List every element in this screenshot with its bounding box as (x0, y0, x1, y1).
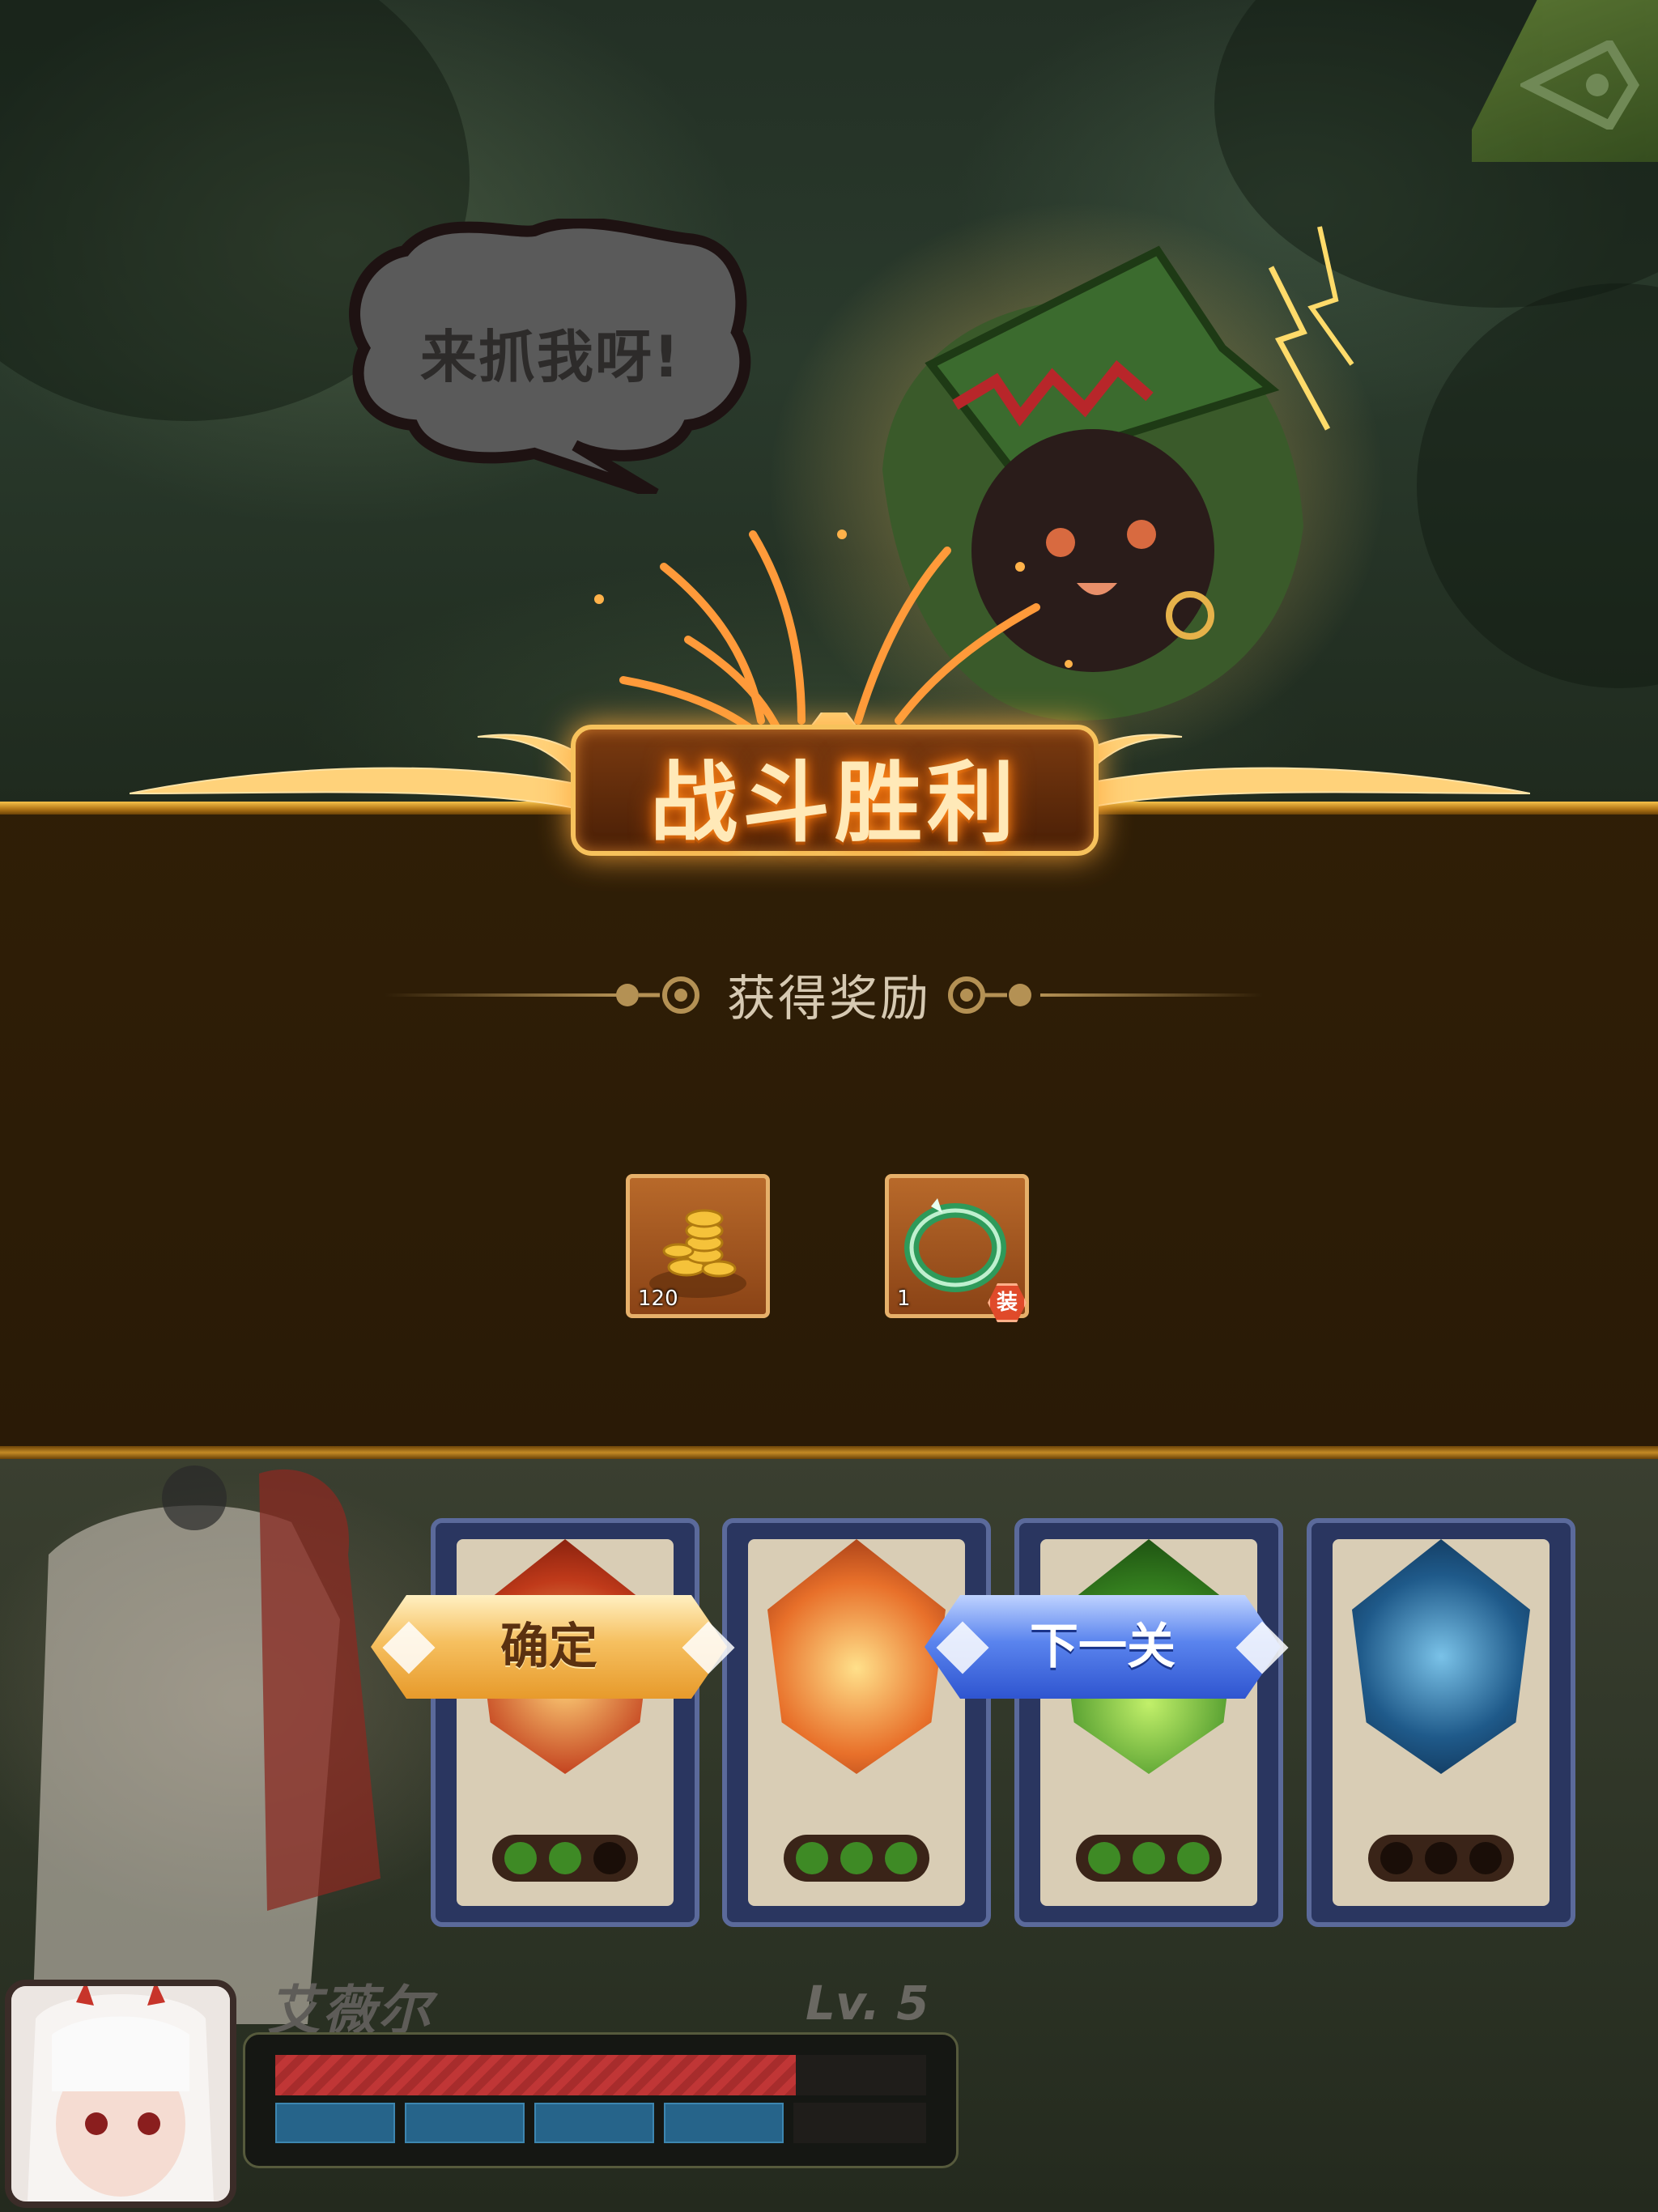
mana-segment (405, 2103, 525, 2143)
charge-pip (549, 1842, 581, 1874)
charge-pip (796, 1842, 828, 1874)
mana-segment (664, 2103, 784, 2143)
hero-level: Lv. 5 (806, 1976, 929, 2031)
skill-charge-pips (1368, 1835, 1514, 1882)
avatar (11, 1986, 230, 2201)
charge-pip (1177, 1842, 1209, 1874)
skill-card[interactable] (722, 1518, 991, 1927)
reward-count: 1 (897, 1287, 911, 1311)
charge-pip (593, 1842, 626, 1874)
hero-portrait[interactable] (5, 1980, 236, 2208)
charge-pip (885, 1842, 917, 1874)
skill-card[interactable] (1307, 1518, 1575, 1927)
charge-pip (504, 1842, 537, 1874)
battle-scene: 来抓我呀! 战斗胜利 获得奖励 120 1 装 确定 下一关 艾薇尔 Lv. 5 (0, 0, 1658, 2212)
hero-status-frame (243, 2032, 959, 2168)
skill-card[interactable] (1014, 1518, 1283, 1927)
charge-pip (1380, 1842, 1413, 1874)
divider-right (1040, 993, 1263, 997)
skill-card[interactable] (431, 1518, 699, 1927)
divider-ornament-right (948, 976, 1031, 1014)
reward-heading: 获得奖励 (727, 971, 931, 1027)
charge-pip (1133, 1842, 1165, 1874)
victory-title: 战斗胜利 (649, 753, 1019, 854)
reward-item-gold[interactable]: 120 (626, 1174, 770, 1318)
reward-count: 120 (638, 1287, 678, 1311)
charge-pip (1469, 1842, 1502, 1874)
auto-battle-icon (1520, 40, 1639, 130)
mana-segment (275, 2103, 395, 2143)
victory-panel (0, 802, 1658, 1457)
mana-segment-empty (793, 2103, 926, 2143)
skill-charge-pips (784, 1835, 929, 1882)
skill-charge-pips (492, 1835, 638, 1882)
speech-bubble-text: 来抓我呀! (420, 324, 681, 390)
charge-pip (1425, 1842, 1457, 1874)
mana-segment (534, 2103, 654, 2143)
charge-pip (1088, 1842, 1120, 1874)
charge-pip (840, 1842, 873, 1874)
hp-bar-fill (275, 2055, 797, 2095)
skill-charge-pips (1076, 1835, 1222, 1882)
